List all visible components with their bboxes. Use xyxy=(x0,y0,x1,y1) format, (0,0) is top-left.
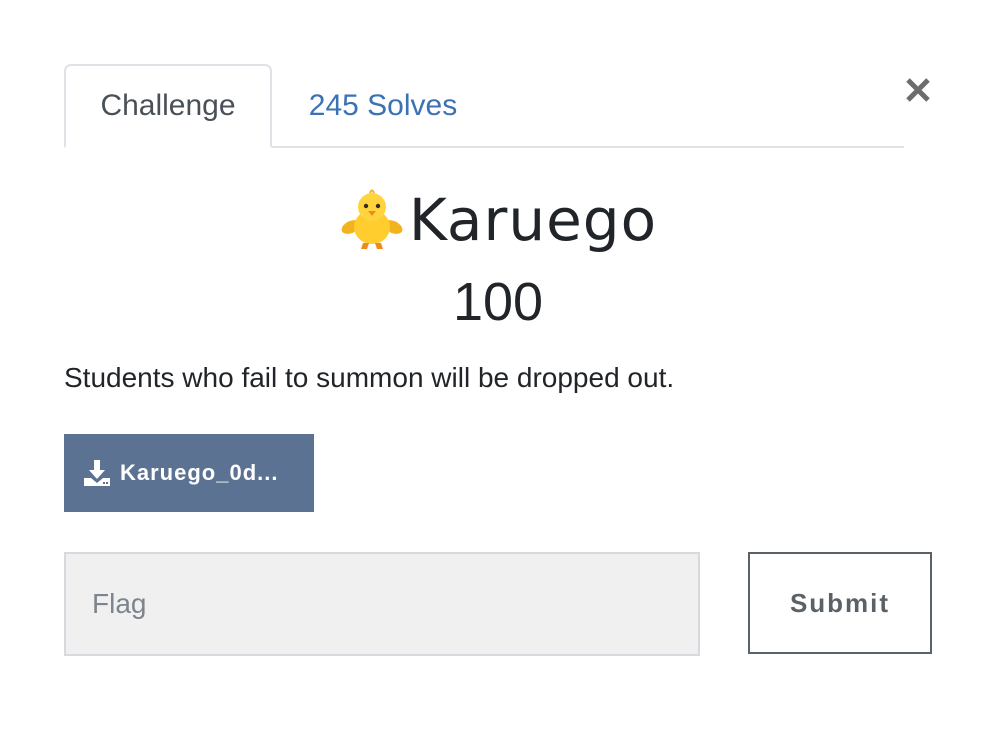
tab-solves[interactable]: 245 Solves xyxy=(272,64,494,148)
challenge-description: Students who fail to summon will be drop… xyxy=(64,362,675,393)
download-file-label: Karuego_0d... xyxy=(120,460,279,485)
tab-challenge-label: Challenge xyxy=(100,89,236,122)
close-button[interactable] xyxy=(898,70,938,110)
submit-button[interactable]: Submit xyxy=(748,552,932,654)
tab-challenge[interactable]: Challenge xyxy=(64,64,272,148)
baby-chick-icon xyxy=(341,189,403,249)
download-file-button[interactable]: Karuego_0d... xyxy=(64,434,314,512)
tab-solves-label: 245 Solves xyxy=(308,89,458,122)
download-icon xyxy=(84,460,110,486)
challenge-tabs: Challenge 245 Solves xyxy=(64,64,904,148)
challenge-modal: Challenge 245 Solves Karuego 100 Student… xyxy=(0,0,996,751)
challenge-name: Karuego xyxy=(408,186,658,254)
challenge-title: Karuego xyxy=(64,178,932,262)
flag-input[interactable] xyxy=(64,552,700,656)
close-icon xyxy=(906,78,930,102)
submit-label: Submit xyxy=(789,587,891,618)
challenge-points: 100 xyxy=(452,272,544,332)
